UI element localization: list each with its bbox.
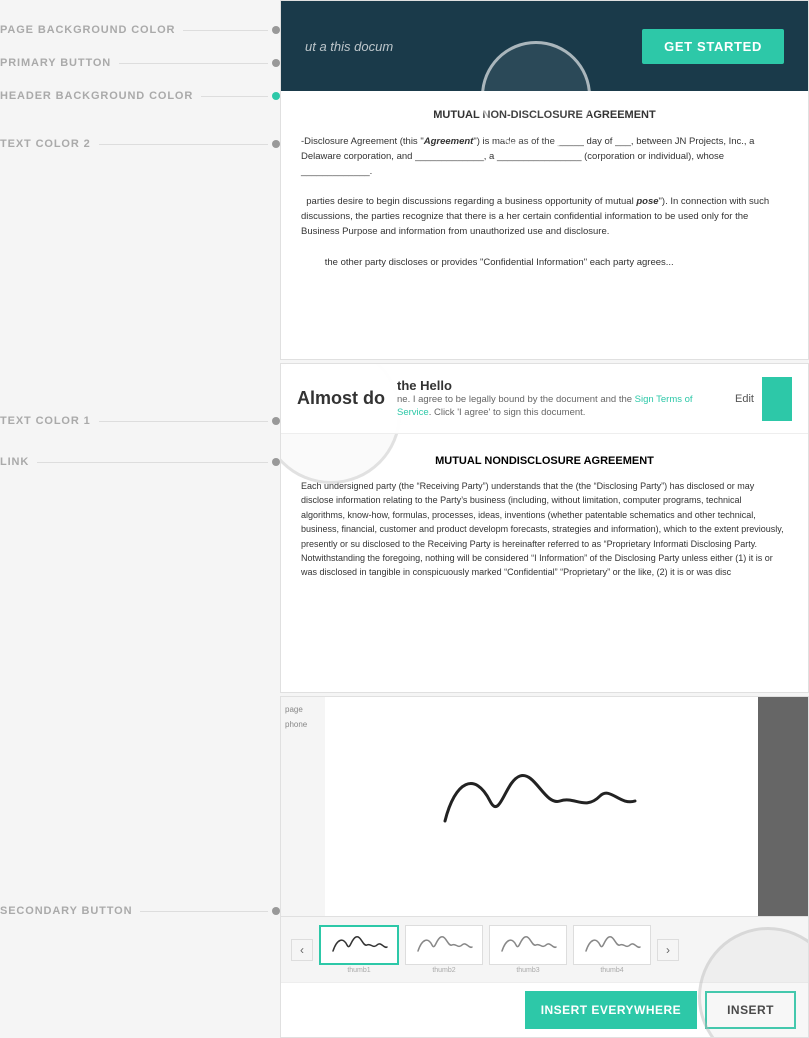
almost-done-overlay: Almost do the Hello ne. I agree to be le… [281, 364, 808, 434]
dark-overlay [758, 697, 808, 916]
almost-done-text: Almost do [297, 388, 385, 409]
sidebar-item-primary-btn[interactable]: PRIMARY BUTTON [0, 57, 280, 69]
sig-thumb-label-1: thumb1 [319, 967, 399, 974]
sidebar-line-6 [37, 462, 268, 463]
doc-title-1: MUTUAL NON-DISCLOSURE AGREEMENT [301, 107, 788, 124]
sidebar-item-page-bg[interactable]: PAGE BACKGROUND COLOR [0, 24, 280, 36]
doc-text-1: -Disclosure Agreement (this "Agreement")… [301, 134, 788, 180]
agree-bar[interactable] [762, 377, 792, 421]
sig-thumb-label-3: thumb3 [489, 967, 567, 974]
sig-thumb-3[interactable] [489, 925, 567, 965]
sig-thumb-1[interactable] [319, 925, 399, 965]
sidebar: PAGE BACKGROUND COLOR PRIMARY BUTTON HEA… [0, 0, 280, 1038]
terms-link[interactable]: Sign Terms of Service [397, 394, 693, 418]
carousel-prev-button[interactable]: ‹ [291, 939, 313, 961]
doc-header-text: ut a this docum [305, 39, 393, 54]
insert-button[interactable]: INSERT [705, 991, 796, 1029]
sidebar-dot-3 [272, 92, 280, 100]
sidebar-line-3 [201, 96, 268, 97]
sig-thumb-2[interactable] [405, 925, 483, 965]
sidebar-item-link[interactable]: LINK [0, 456, 280, 468]
panel-almost-done: Almost do the Hello ne. I agree to be le… [280, 363, 809, 693]
carousel-next-button[interactable]: › [657, 939, 679, 961]
sidebar-line-5 [99, 421, 268, 422]
sidebar-label-secondary-btn: SECONDARY BUTTON [0, 905, 132, 917]
contact-page-label: page [285, 705, 321, 714]
agreement-text: ne. I agree to be legally bound by the d… [397, 393, 725, 420]
edit-button[interactable]: Edit [735, 393, 754, 405]
sidebar-line-1 [183, 30, 268, 31]
doc-text-2: parties desire to begin discussions rega… [301, 194, 788, 240]
signature-carousel: ‹ thumb1 thumb2 [281, 916, 808, 982]
sidebar-dot-1 [272, 26, 280, 34]
sig-thumb-svg-1 [329, 931, 389, 959]
sig-thumb-wrapper-3: thumb3 [489, 925, 567, 974]
panel-document-header: ut a this docum GET STARTED MUTUAL NON-D… [280, 0, 809, 360]
sidebar-label-page-bg: PAGE BACKGROUND COLOR [0, 24, 175, 36]
sig-thumb-label-2: thumb2 [405, 967, 483, 974]
signature-main [415, 741, 675, 873]
get-started-button[interactable]: GET STARTED [642, 29, 784, 64]
sidebar-label-primary-btn: PRIMARY BUTTON [0, 57, 111, 69]
sidebar-label-text-color-2: TEXT COLOR 2 [0, 138, 91, 150]
sidebar-dot-5 [272, 417, 280, 425]
sidebar-dot-2 [272, 59, 280, 67]
sig-thumb-label-4: thumb4 [573, 967, 651, 974]
sidebar-label-text-color-1: TEXT COLOR 1 [0, 415, 91, 427]
panel-signature: page phone ‹ thumb1 [280, 696, 809, 1038]
doc-content-1: MUTUAL NON-DISCLOSURE AGREEMENT -Disclos… [281, 91, 808, 286]
signature-display: page phone [281, 697, 808, 916]
nda-text: Each undersigned party (the “Receiving P… [301, 479, 788, 580]
insert-everywhere-button[interactable]: INSERT EVERYWHERE [525, 991, 697, 1029]
sidebar-label-header-bg: HEADER BACKGROUND COLOR [0, 90, 193, 102]
nda-section: MUTUAL NONDISCLOSURE AGREEMENT Each unde… [281, 439, 808, 596]
nda-title: MUTUAL NONDISCLOSURE AGREEMENT [301, 455, 788, 467]
sidebar-item-header-bg[interactable]: HEADER BACKGROUND COLOR [0, 90, 280, 102]
doc-text-3: the other party discloses or provides "C… [301, 255, 788, 270]
sig-thumb-svg-4 [582, 931, 642, 959]
sig-thumb-4[interactable] [573, 925, 651, 965]
sidebar-item-secondary-btn[interactable]: SECONDARY BUTTON [0, 905, 280, 917]
main-area: ut a this docum GET STARTED MUTUAL NON-D… [280, 0, 809, 1038]
sig-thumb-wrapper-1: thumb1 [319, 925, 399, 974]
sig-thumb-svg-2 [414, 931, 474, 959]
sig-thumb-wrapper-4: thumb4 [573, 925, 651, 974]
signature-svg [435, 751, 655, 851]
sidebar-line-2 [119, 63, 268, 64]
bottom-buttons: INSERT EVERYWHERE INSERT [281, 982, 808, 1037]
contact-form-overlay: page phone [281, 697, 325, 916]
sidebar-dot-7 [272, 907, 280, 915]
hellos-text: the Hello [397, 378, 725, 393]
sidebar-line-4 [99, 144, 268, 145]
sidebar-dot-4 [272, 140, 280, 148]
sidebar-item-text-color-2[interactable]: TEXT COLOR 2 [0, 138, 280, 150]
sidebar-dot-6 [272, 458, 280, 466]
contact-phone-label: phone [285, 720, 321, 729]
sig-thumb-wrapper-2: thumb2 [405, 925, 483, 974]
sidebar-label-link: LINK [0, 456, 29, 468]
sig-thumb-svg-3 [498, 931, 558, 959]
doc-header: ut a this docum GET STARTED [281, 1, 808, 91]
sidebar-line-7 [140, 911, 268, 912]
sidebar-item-text-color-1[interactable]: TEXT COLOR 1 [0, 415, 280, 427]
